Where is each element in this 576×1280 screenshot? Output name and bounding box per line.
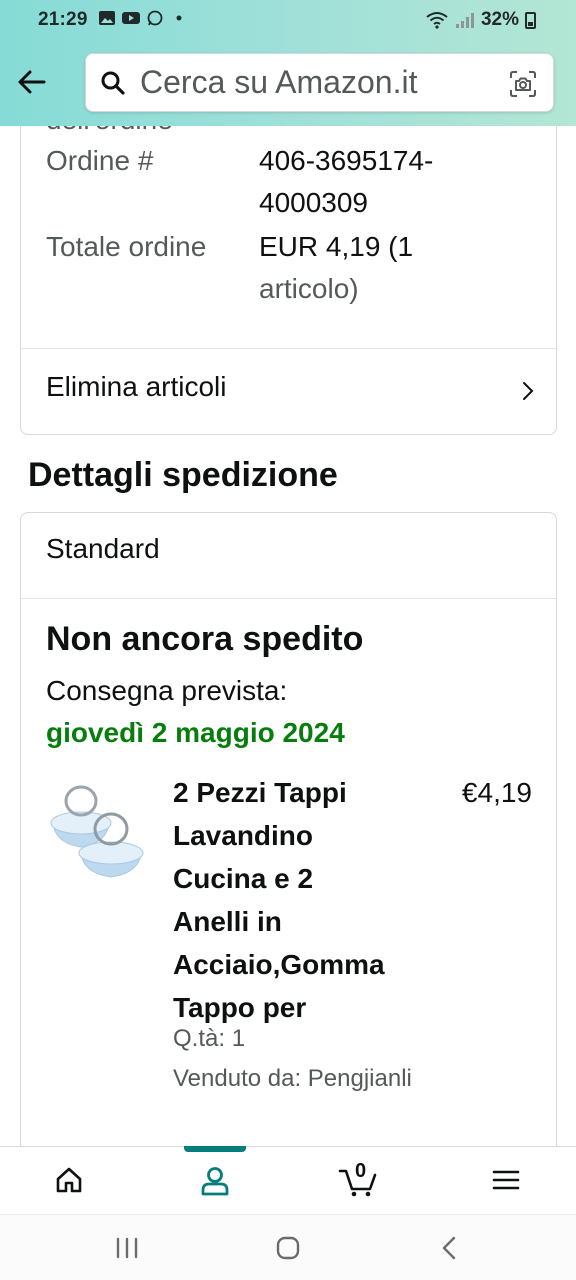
recent-apps-icon[interactable] — [107, 1233, 147, 1263]
search-icon — [101, 71, 125, 95]
system-status: 32% — [425, 9, 536, 31]
product-title-line: Tappo per — [173, 992, 307, 1023]
order-date-label: dell'ordine — [46, 126, 173, 141]
product-title-line: Anelli in — [173, 906, 282, 937]
whatsapp-icon — [147, 10, 163, 26]
signal-icon — [455, 13, 474, 28]
divider — [21, 598, 556, 599]
nav-home[interactable] — [24, 1147, 114, 1215]
product-title-line: Lavandino — [173, 820, 314, 851]
order-total-value-2: articolo) — [259, 273, 359, 304]
order-number-value-1: 406-3695174- — [259, 145, 434, 176]
account-icon — [201, 1167, 229, 1196]
delivery-date: giovedì 2 maggio 2024 — [46, 717, 345, 748]
product-price: €4,19 — [461, 777, 532, 808]
shipment-card: Standard Non ancora spedito Consegna pre… — [20, 512, 557, 1146]
cart-count-badge: 0 — [355, 1160, 367, 1182]
search-bar[interactable]: Cerca su Amazon.it — [85, 53, 554, 112]
shipping-type: Standard — [46, 533, 160, 564]
back-icon[interactable] — [430, 1233, 470, 1263]
wifi-icon — [426, 12, 448, 29]
product-quantity: Q.tà: 1 — [173, 1025, 246, 1052]
delete-items-link[interactable]: Elimina articoli — [21, 349, 556, 435]
battery-icon — [525, 11, 536, 29]
back-arrow-icon[interactable] — [14, 64, 50, 100]
system-navigation-bar — [0, 1214, 576, 1280]
delete-items-label: Elimina articoli — [46, 371, 227, 402]
nav-cart[interactable]: 0 — [313, 1147, 403, 1215]
dot-icon — [176, 15, 182, 21]
order-summary-card: dell'ordine Ordine # 406-3695174- 400030… — [20, 126, 557, 435]
nav-account[interactable] — [170, 1147, 260, 1215]
order-number-label: Ordine # — [46, 145, 154, 176]
nav-menu[interactable] — [461, 1147, 551, 1215]
shipment-status: Non ancora spedito — [46, 620, 364, 658]
bottom-nav: 0 — [0, 1146, 576, 1214]
search-input[interactable]: Cerca su Amazon.it — [140, 64, 417, 101]
delivery-label: Consegna prevista: — [46, 675, 288, 706]
product-title-line: 2 Pezzi Tappi — [173, 777, 347, 808]
youtube-icon — [122, 12, 140, 24]
chevron-right-icon — [523, 382, 534, 400]
notification-icons — [98, 10, 188, 26]
order-total-label: Totale ordine — [46, 231, 207, 262]
order-number-value-2: 4000309 — [259, 187, 369, 218]
battery-level: 32% — [480, 9, 519, 30]
menu-icon — [492, 1170, 520, 1190]
product-seller: Venduto da: Pengjianli — [173, 1065, 412, 1092]
product-title-line: Cucina e 2 — [173, 863, 314, 894]
status-bar: 21:29 32% — [0, 0, 576, 40]
gallery-icon — [99, 11, 115, 25]
home-icon — [56, 1167, 82, 1193]
home-button-icon[interactable] — [268, 1233, 308, 1263]
order-details-content: dell'ordine Ordine # 406-3695174- 400030… — [0, 126, 576, 1146]
app-header: 21:29 32% Cerca su Amazon.it — [0, 0, 576, 126]
product-image[interactable] — [43, 771, 151, 879]
camera-search-icon[interactable] — [509, 70, 537, 98]
product-title[interactable]: 2 Pezzi Tappi Lavandino Cucina e 2 Anell… — [173, 771, 423, 1029]
product-title-line: Acciaio,Gomma — [173, 949, 385, 980]
shipping-section-title: Dettagli spedizione — [28, 456, 338, 494]
order-total-value-1: EUR 4,19 (1 — [259, 231, 414, 262]
status-time: 21:29 — [38, 9, 88, 30]
